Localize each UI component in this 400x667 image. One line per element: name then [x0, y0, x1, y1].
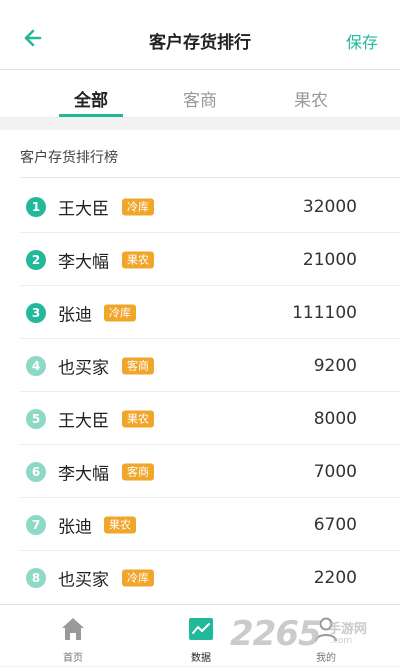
top-bar: 客户存货排行 保存: [0, 0, 400, 70]
customer-name: 张迪: [58, 517, 92, 537]
customer-name: 张迪: [58, 305, 92, 325]
ranking-row[interactable]: 7 张迪 果农 6700: [20, 498, 400, 551]
stock-value: 6700: [313, 514, 357, 535]
rank-badge: 2: [26, 249, 46, 270]
stock-value: 32000: [302, 196, 357, 217]
stock-value: 2200: [313, 567, 357, 588]
customer-type-tag: 果农: [122, 251, 154, 268]
rank-badge: 8: [26, 567, 46, 588]
nav-home-label: 首页: [63, 653, 83, 664]
customer-name: 王大臣: [58, 199, 109, 219]
tab-bar: 全部 客商 果农: [0, 70, 400, 118]
customer-type-tag: 冷库: [122, 198, 154, 215]
customer-name: 李大幅: [58, 464, 109, 484]
customer-name: 也买家: [58, 358, 109, 378]
watermark-number: 2265: [230, 614, 322, 654]
customer-name: 王大臣: [58, 411, 109, 431]
watermark-text: 手游网: [328, 622, 368, 637]
save-button[interactable]: 保存: [346, 29, 378, 53]
customer-type-tag: 冷库: [122, 569, 154, 586]
customer-type-tag: 客商: [122, 463, 154, 480]
rank-badge: 4: [26, 355, 46, 376]
rank-badge: 3: [26, 302, 46, 323]
stock-value: 111100: [292, 302, 357, 323]
ranking-row[interactable]: 1 王大臣 冷库 32000: [20, 180, 400, 233]
customer-type-tag: 冷库: [104, 304, 136, 321]
stock-value: 9200: [313, 355, 357, 376]
customer-name: 李大幅: [58, 252, 109, 272]
site-watermark: 2265 手游网 .com: [230, 608, 390, 660]
rank-badge: 5: [26, 408, 46, 429]
watermark-url: .com: [330, 636, 353, 646]
home-icon: [62, 618, 84, 640]
stock-value: 8000: [313, 408, 357, 429]
stock-value: 7000: [313, 461, 357, 482]
tab-all[interactable]: 全部: [41, 86, 141, 111]
page-title: 客户存货排行: [149, 33, 251, 53]
customer-type-tag: 果农: [122, 410, 154, 427]
rank-badge: 1: [26, 196, 46, 217]
rank-badge: 6: [26, 461, 46, 482]
rank-badge: 7: [26, 514, 46, 535]
customer-name: 也买家: [58, 570, 109, 590]
ranking-row[interactable]: 6 李大幅 客商 7000: [20, 445, 400, 498]
ranking-title: 客户存货排行榜: [20, 150, 118, 166]
active-tab-indicator: [59, 114, 123, 117]
tab-merchant[interactable]: 客商: [150, 86, 250, 111]
customer-type-tag: 客商: [122, 357, 154, 374]
ranking-row[interactable]: 4 也买家 客商 9200: [20, 339, 400, 392]
nav-home[interactable]: 首页: [23, 605, 123, 667]
chart-icon: [189, 618, 213, 640]
ranking-row[interactable]: 5 王大臣 果农 8000: [20, 392, 400, 445]
customer-type-tag: 果农: [104, 516, 136, 533]
ranking-row[interactable]: 2 李大幅 果农 21000: [20, 233, 400, 286]
ranking-row[interactable]: 8 也买家 冷库 2200: [20, 551, 400, 604]
ranking-row[interactable]: 3 张迪 冷库 111100: [20, 286, 400, 339]
stock-value: 21000: [302, 249, 357, 270]
tab-farmer[interactable]: 果农: [261, 86, 361, 111]
divider: [20, 177, 400, 178]
